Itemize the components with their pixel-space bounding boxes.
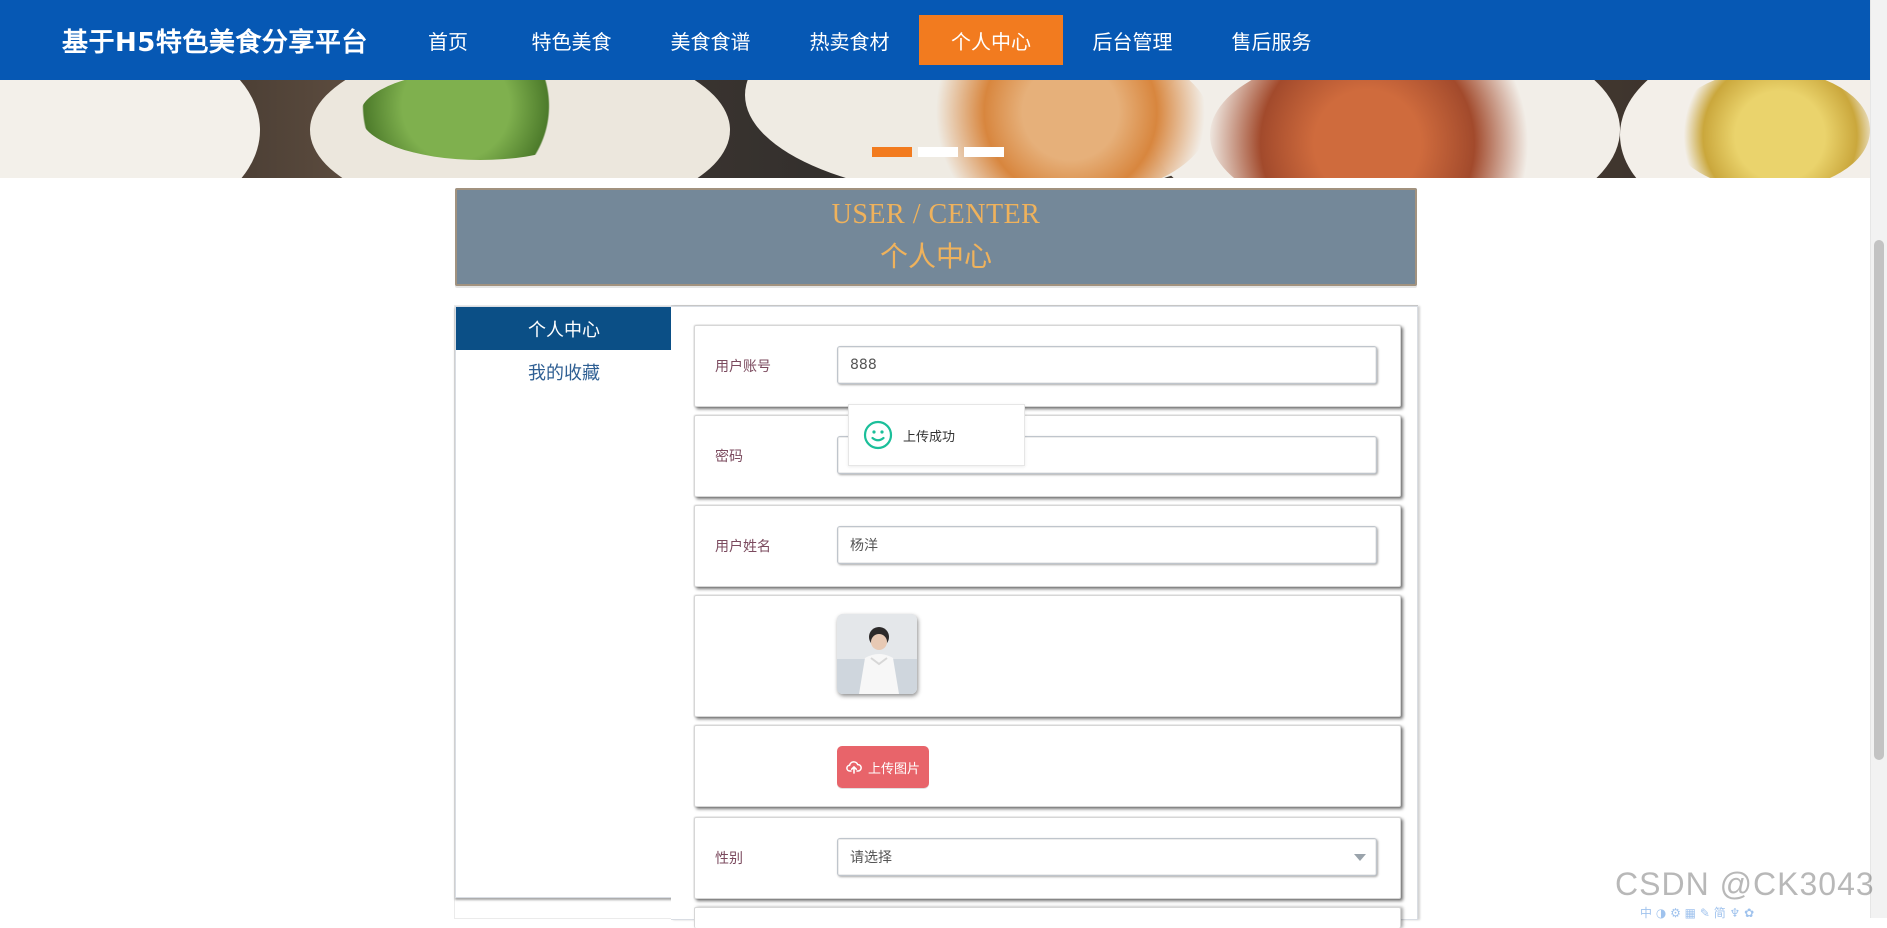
hero-food-banner[interactable]: [0, 80, 1871, 178]
food-garnish: [1210, 80, 1560, 178]
profile-form: 用户账号 888 密码 用户姓名 杨洋 上传图片 性别 请选择: [671, 306, 1418, 928]
user-center-panel: 个人中心 我的收藏 用户账号 888 密码 用户姓名 杨洋 上传图片 性别 请选…: [455, 306, 1418, 928]
gender-label: 性别: [715, 851, 743, 867]
carousel-indicators: [872, 147, 1004, 157]
page-title-banner: USER / CENTER 个人中心: [455, 188, 1417, 286]
carousel-dot[interactable]: [918, 147, 958, 157]
nav-item-user-center[interactable]: 个人中心: [919, 15, 1063, 65]
food-garnish: [1670, 80, 1870, 178]
system-tray-icons: 中 ◑ ⚙ ▦ ✎ 简 ♆ ✿: [1640, 906, 1755, 920]
csdn-watermark: CSDN @CK3043: [1615, 866, 1875, 902]
upload-image-button[interactable]: 上传图片: [837, 746, 929, 788]
sidebar-item-user-center[interactable]: 个人中心: [456, 307, 672, 350]
form-row-avatar: [694, 595, 1401, 717]
form-row-upload: 上传图片: [694, 725, 1401, 807]
nav-item-home[interactable]: 首页: [394, 15, 502, 65]
form-row-account: 用户账号 888: [694, 325, 1401, 407]
toast-message: 上传成功: [903, 429, 956, 445]
scrollbar-thumb[interactable]: [1874, 240, 1884, 760]
nav-item-specialty-food[interactable]: 特色美食: [502, 15, 641, 65]
nav-item-after-sales[interactable]: 售后服务: [1202, 15, 1341, 65]
chevron-down-icon: [1354, 854, 1366, 861]
gender-select-value: 请选择: [850, 850, 892, 866]
page-title-en: USER / CENTER: [831, 199, 1041, 230]
upload-image-label: 上传图片: [867, 761, 920, 777]
food-garnish: [900, 80, 1210, 178]
food-bowl: [0, 80, 260, 178]
account-label: 用户账号: [715, 359, 771, 375]
user-sidebar: 个人中心 我的收藏: [455, 306, 673, 898]
cloud-upload-icon: [846, 759, 862, 775]
account-input[interactable]: 888: [837, 346, 1377, 384]
gender-select[interactable]: 请选择: [837, 838, 1377, 876]
smile-icon: [863, 420, 893, 450]
page-title-cn: 个人中心: [879, 242, 992, 273]
upload-success-toast: 上传成功: [848, 404, 1025, 466]
password-label: 密码: [715, 449, 743, 465]
nav-item-admin[interactable]: 后台管理: [1063, 15, 1202, 65]
page-scrollbar[interactable]: [1870, 0, 1887, 918]
site-brand[interactable]: 基于H5特色美食分享平台: [62, 22, 368, 59]
nav-item-ingredients[interactable]: 热卖食材: [780, 15, 919, 65]
nav-menu: 首页 特色美食 美食食谱 热卖食材 个人中心 后台管理 售后服务: [394, 15, 1341, 65]
name-input[interactable]: 杨洋: [837, 526, 1377, 564]
name-label: 用户姓名: [715, 539, 771, 555]
avatar-image[interactable]: [837, 614, 917, 694]
form-row-name: 用户姓名 杨洋: [694, 505, 1401, 587]
top-navigation: 基于H5特色美食分享平台 首页 特色美食 美食食谱 热卖食材 个人中心 后台管理…: [0, 0, 1871, 80]
carousel-dot[interactable]: [964, 147, 1004, 157]
form-row-password: 密码: [694, 415, 1401, 497]
nav-item-recipes[interactable]: 美食食谱: [641, 15, 780, 65]
carousel-dot-active[interactable]: [872, 147, 912, 157]
sidebar-item-favorites[interactable]: 我的收藏: [456, 350, 672, 393]
form-row-gender: 性别 请选择: [694, 817, 1401, 899]
